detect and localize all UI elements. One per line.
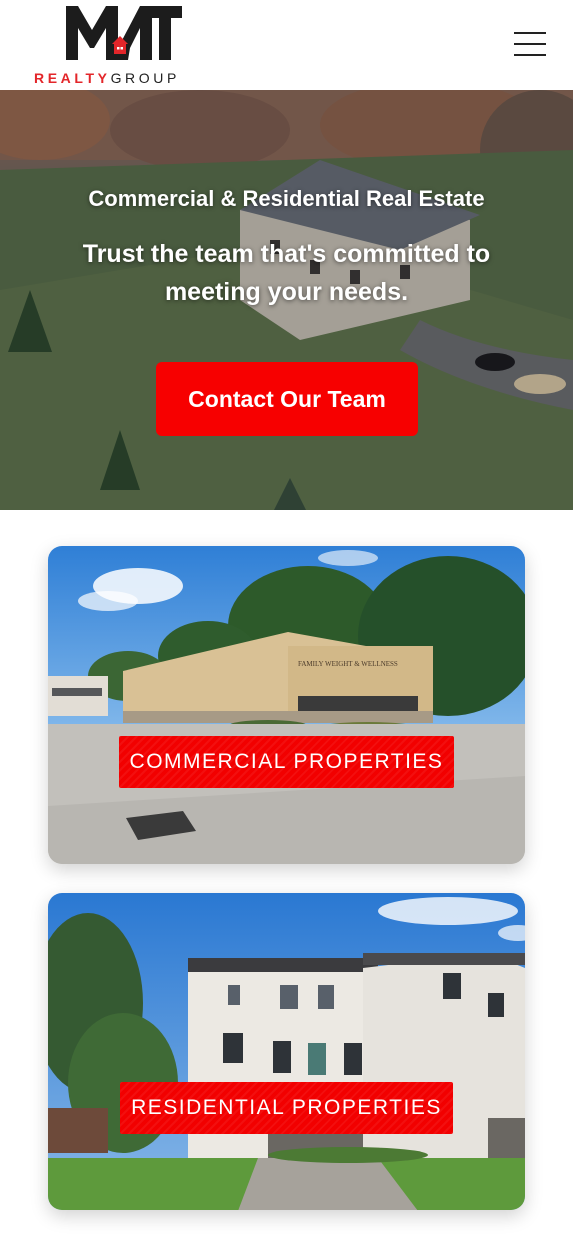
logo-wordmark: REALTYGROUP	[34, 70, 216, 88]
commercial-properties-label[interactable]: COMMERCIAL PROPERTIES	[119, 736, 454, 788]
logo[interactable]: REALTYGROUP	[34, 4, 216, 86]
hamburger-menu-button[interactable]	[514, 30, 550, 58]
commercial-property-image: FAMILY WEIGHT & WELLNESS	[48, 546, 525, 864]
logo-realty-text: REALTY	[34, 70, 111, 86]
hamburger-icon-line	[514, 32, 546, 34]
contact-our-team-button[interactable]: Contact Our Team	[156, 362, 418, 436]
building-sign: FAMILY WEIGHT & WELLNESS	[298, 660, 398, 668]
residential-properties-label[interactable]: RESIDENTIAL PROPERTIES	[120, 1082, 453, 1134]
logo-group-text: GROUP	[110, 70, 180, 86]
site-header: REALTYGROUP	[0, 0, 573, 90]
residential-property-image	[48, 893, 525, 1210]
residential-properties-card[interactable]: RESIDENTIAL PROPERTIES	[48, 893, 525, 1210]
logo-mark-icon	[66, 6, 182, 60]
hero-title: Trust the team that's committed to meeti…	[82, 240, 491, 306]
hero-subtitle: Commercial & Residential Real Estate	[88, 186, 485, 211]
hero-section: Commercial & Residential Real Estate Tru…	[0, 90, 573, 510]
hamburger-icon-line	[514, 43, 546, 45]
commercial-properties-card[interactable]: FAMILY WEIGHT & WELLNESS COMMERCIAL PROP…	[48, 546, 525, 864]
hamburger-icon-line	[514, 54, 546, 56]
